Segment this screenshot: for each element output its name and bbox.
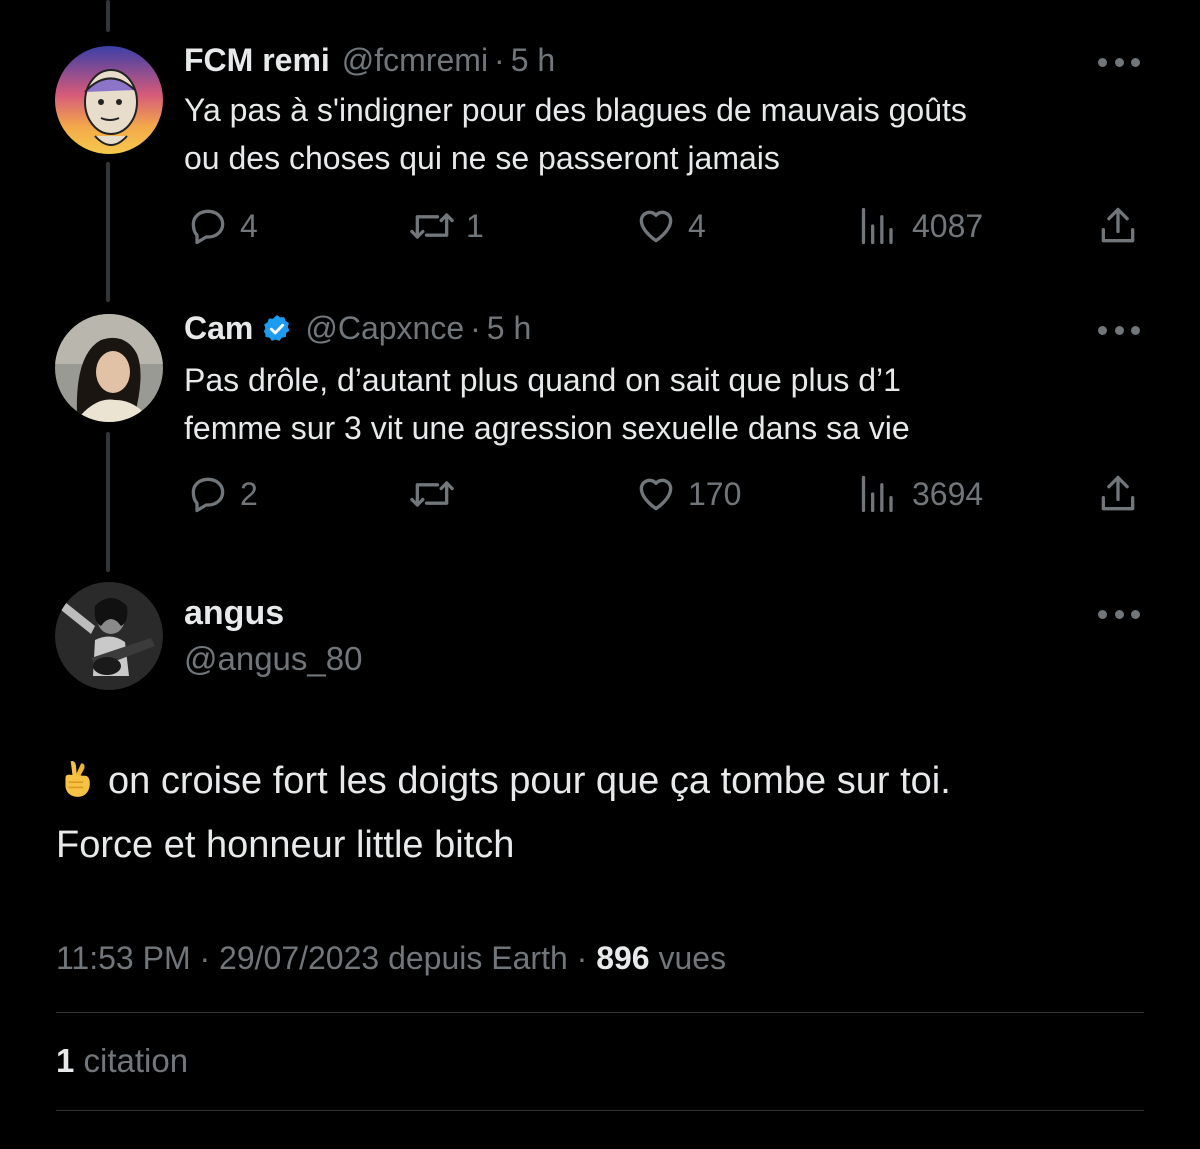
main-tweet-meta: 11:53 PM · 29/07/2023 depuis Earth · 896… <box>56 940 726 977</box>
more-icon[interactable] <box>1098 322 1140 338</box>
reply-2-like-button[interactable]: 170 <box>634 472 741 516</box>
quote-label: citation <box>83 1042 189 1079</box>
quote-count: 1 <box>56 1042 75 1079</box>
reply-1-like-button[interactable]: 4 <box>634 204 706 248</box>
thread-line-1 <box>106 162 110 302</box>
verified-badge-icon <box>261 313 293 345</box>
meta-time[interactable]: 11:53 PM <box>56 940 191 976</box>
views-icon <box>861 207 893 245</box>
reply-1-text-line: ou des choses qui ne se passeront jamais <box>184 140 780 176</box>
main-tweet-text-line-1: on croise fort les doigts pour que ça to… <box>108 760 951 802</box>
reply-1-view-count: 4087 <box>912 207 984 244</box>
thread-line-2 <box>106 432 110 572</box>
quote-count-link[interactable]: 1 citation <box>56 1042 188 1080</box>
like-icon <box>639 478 673 511</box>
reply-2-name[interactable]: Cam <box>184 310 253 347</box>
meta-separator: · <box>576 940 588 976</box>
reply-1-like-count: 4 <box>688 207 706 244</box>
reply-1-separator: · <box>494 42 505 78</box>
meta-views-label: vues <box>658 940 727 976</box>
meta-views-number: 896 <box>596 940 650 976</box>
main-tweet-handle[interactable]: @angus_80 <box>184 640 362 678</box>
avatar-angus[interactable] <box>55 582 163 690</box>
reply-2-text-line: Pas drôle, d’autant plus quand on sait q… <box>184 362 901 398</box>
reply-2-like-count: 170 <box>688 475 742 512</box>
reply-1-retweet-button[interactable]: 1 <box>408 204 484 248</box>
main-tweet-text: on croise fort les doigts pour que ça to… <box>56 752 951 874</box>
reply-2-text-line: femme sur 3 vit une agression sexuelle d… <box>184 410 910 446</box>
reply-1-text-line: Ya pas à s'indigner pour des blagues de … <box>184 92 967 128</box>
reply-2-reply-count: 2 <box>240 475 258 512</box>
meta-date-source[interactable]: 29/07/2023 depuis Earth <box>219 940 568 976</box>
share-icon <box>1101 207 1135 243</box>
reply-1-handle[interactable]: @fcmremi <box>342 42 488 79</box>
retweet-icon <box>410 481 454 507</box>
reply-1-name[interactable]: FCM remi <box>184 42 330 79</box>
reply-1-reply-count: 4 <box>240 207 258 244</box>
reply-1-text: Ya pas à s'indigner pour des blagues de … <box>184 86 1144 182</box>
main-tweet-name[interactable]: angus <box>184 594 284 633</box>
crossed-fingers-icon <box>56 757 98 816</box>
meta-separator: · <box>199 940 211 976</box>
reply-2-time[interactable]: 5 h <box>487 310 531 347</box>
retweet-icon <box>410 213 454 239</box>
avatar-capxnce[interactable] <box>55 314 163 422</box>
reply-2-view-count: 3694 <box>912 475 984 512</box>
like-icon <box>639 210 673 243</box>
reply-1-reply-button[interactable]: 4 <box>186 204 258 248</box>
reply-2-retweet-button[interactable] <box>408 472 466 516</box>
reply-2-views-button[interactable]: 3694 <box>858 472 983 516</box>
main-tweet-text-line-2: Force et honneur little bitch <box>56 824 515 866</box>
more-icon[interactable] <box>1098 606 1140 622</box>
reply-1-views-button[interactable]: 4087 <box>858 204 983 248</box>
thread-line-top <box>106 0 110 32</box>
reply-2-handle[interactable]: @Capxnce <box>305 310 464 347</box>
reply-2-separator: · <box>470 310 481 346</box>
avatar-fcmremi[interactable] <box>55 46 163 154</box>
reply-1-retweet-count: 1 <box>466 207 484 244</box>
reply-1-share-button[interactable] <box>1096 204 1140 248</box>
divider <box>56 1110 1144 1111</box>
reply-2-header: Cam @Capxnce · 5 h <box>184 310 531 347</box>
divider <box>56 1012 1144 1013</box>
share-icon <box>1101 475 1135 511</box>
reply-icon <box>191 209 225 245</box>
reply-2-reply-button[interactable]: 2 <box>186 472 258 516</box>
reply-2-text: Pas drôle, d’autant plus quand on sait q… <box>184 356 1144 452</box>
reply-2-share-button[interactable] <box>1096 472 1140 516</box>
reply-icon <box>191 477 225 513</box>
views-icon <box>861 475 893 513</box>
more-icon[interactable] <box>1098 54 1140 70</box>
reply-1-header: FCM remi @fcmremi · 5 h <box>184 42 555 79</box>
reply-1-time[interactable]: 5 h <box>511 42 555 79</box>
